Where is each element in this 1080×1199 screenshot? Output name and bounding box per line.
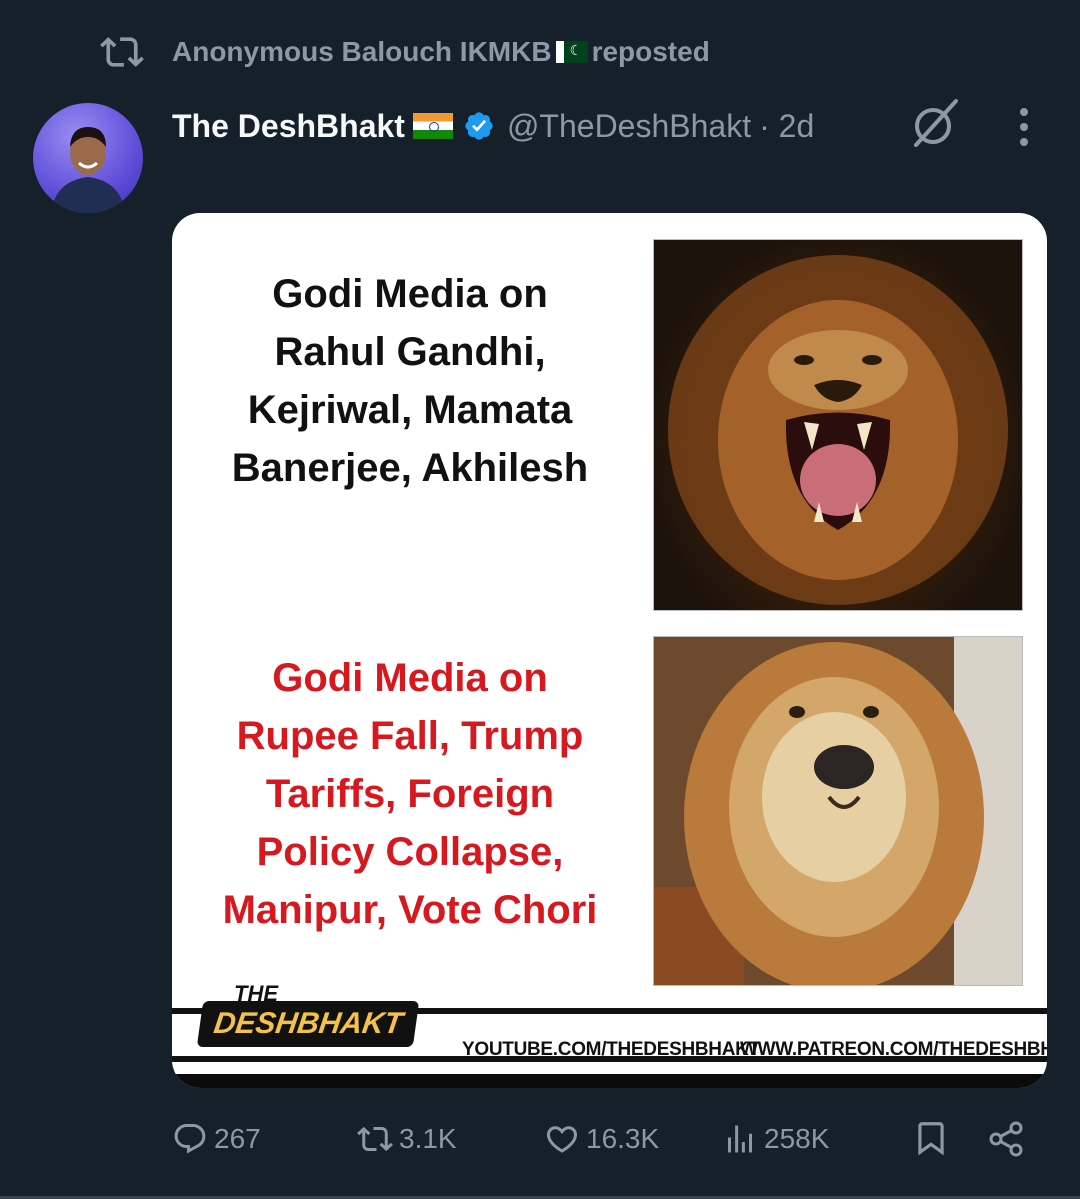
- reply-count: 267: [214, 1123, 261, 1154]
- india-flag-icon: [412, 113, 453, 139]
- reply-icon: [174, 1124, 206, 1154]
- like-count: 16.3K: [586, 1123, 660, 1154]
- repost-button[interactable]: 3.1K: [357, 1115, 457, 1163]
- repost-icon: [100, 37, 144, 67]
- reply-button[interactable]: 267: [172, 1115, 261, 1163]
- user-handle[interactable]: @TheDeshBhakt: [507, 108, 751, 145]
- verified-badge-icon[interactable]: [463, 110, 495, 142]
- like-button[interactable]: 16.3K: [544, 1115, 659, 1163]
- grok-icon[interactable]: [906, 95, 964, 153]
- avatar[interactable]: [33, 103, 143, 213]
- views-icon: [728, 1125, 752, 1153]
- reposted-label: reposted: [591, 36, 710, 67]
- display-name[interactable]: The DeshBhakt: [172, 108, 405, 145]
- image-border: [172, 1074, 1047, 1088]
- more-icon[interactable]: [1004, 102, 1044, 152]
- youtube-url-text: YOUTUBE.COM/THEDESHBHAKT: [462, 1039, 760, 1060]
- pakistan-flag-icon: [555, 41, 588, 63]
- post-timestamp[interactable]: · 2d: [759, 108, 814, 145]
- repost-count: 3.1K: [399, 1123, 457, 1154]
- bottom-caption: Godi Media on Rupee Fall, Trump Tariffs,…: [222, 656, 598, 932]
- repost-icon: [357, 1126, 393, 1152]
- post-header: The DeshBhakt @TheDeshBhakt · 2d: [172, 102, 814, 150]
- like-icon: [546, 1126, 578, 1153]
- repost-context[interactable]: Anonymous Balouch IKMKB reposted: [100, 30, 710, 74]
- post-action-bar: 267 3.1K 16.3K 258K: [172, 1115, 1042, 1163]
- views-button[interactable]: 258K: [722, 1115, 829, 1163]
- top-caption: Godi Media on Rahul Gandhi, Kejriwal, Ma…: [231, 272, 589, 490]
- post-media-image[interactable]: Godi Media on Rahul Gandhi, Kejriwal, Ma…: [172, 213, 1047, 1088]
- avatar-person-image: [51, 127, 125, 213]
- reposter-name[interactable]: Anonymous Balouch IKMKB: [172, 36, 552, 68]
- roaring-lion-photo: [653, 239, 1023, 611]
- bookmark-icon[interactable]: [912, 1119, 950, 1157]
- dog-in-lion-mane-photo: [653, 636, 1023, 992]
- share-icon[interactable]: [986, 1119, 1026, 1159]
- deshbhakt-logo: THE DESHBHAKT: [192, 981, 422, 1061]
- patreon-url-text: WWW.PATREON.COM/THEDESHBHAKT: [740, 1039, 1047, 1060]
- view-count: 258K: [764, 1123, 830, 1154]
